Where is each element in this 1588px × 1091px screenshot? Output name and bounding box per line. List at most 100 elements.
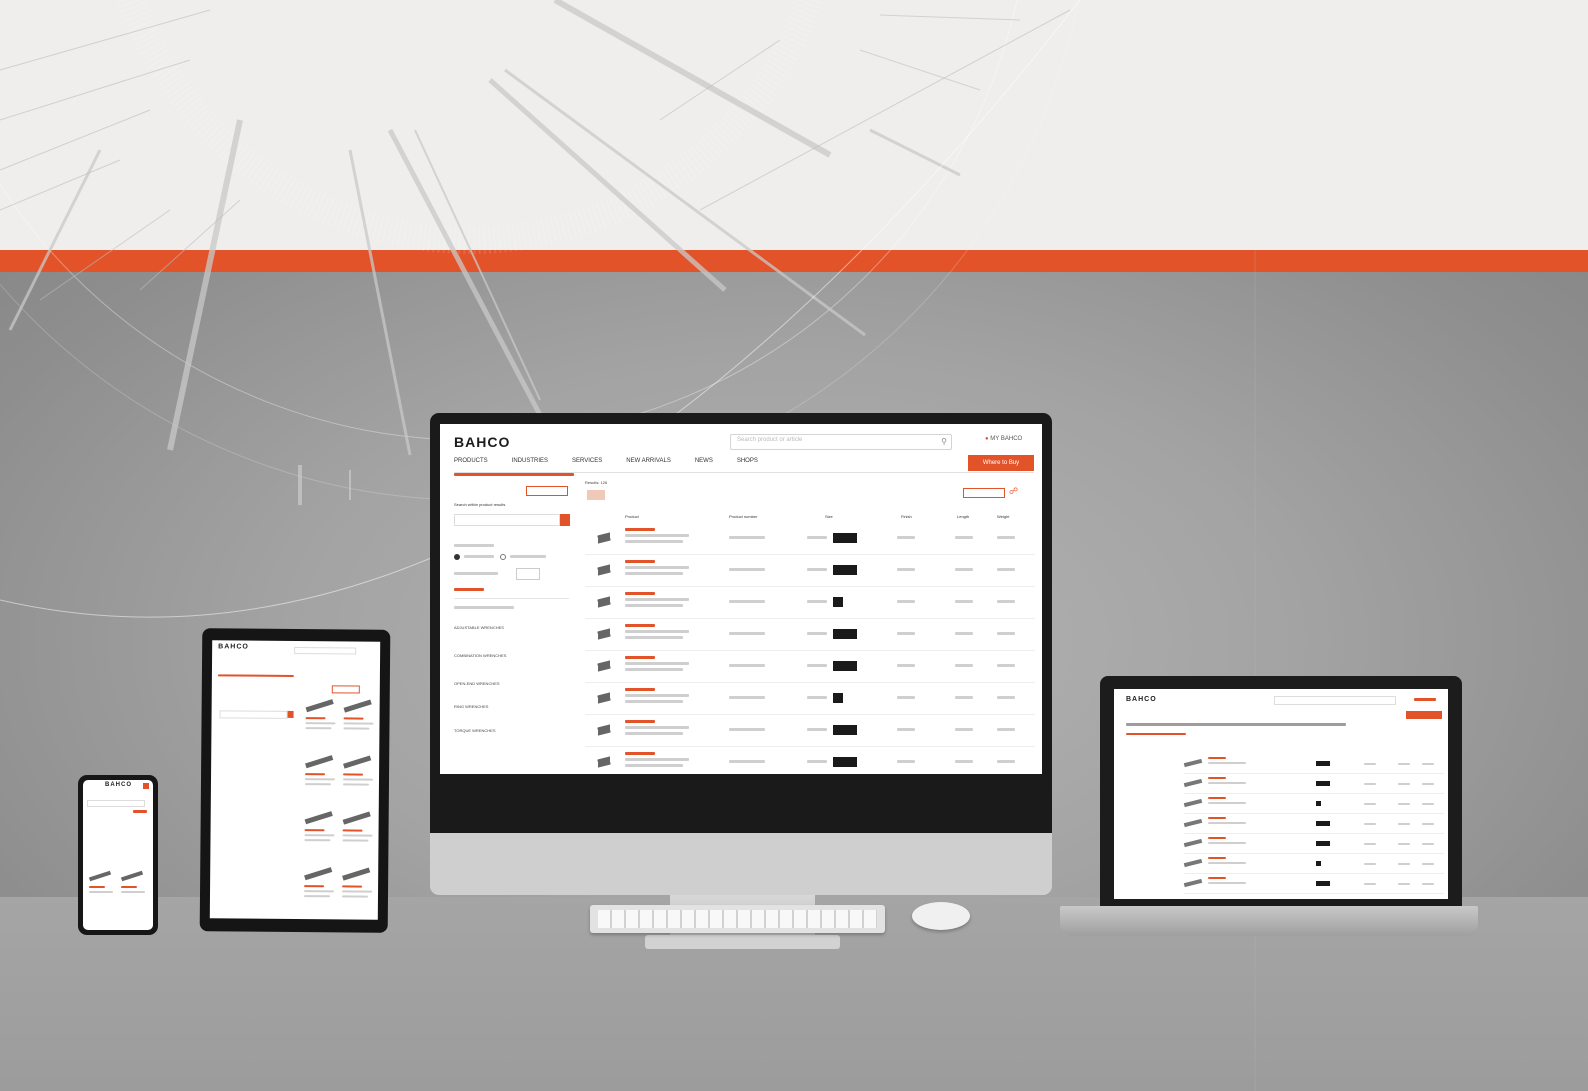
filter-search-input[interactable]	[219, 710, 288, 719]
product-name-link[interactable]	[1208, 857, 1226, 859]
nav-products[interactable]: PRODUCTS	[454, 458, 488, 468]
table-row[interactable]	[585, 652, 1035, 683]
table-row[interactable]	[585, 716, 1035, 747]
section-combination-wrenches[interactable]: COMBINATION WRENCHES	[454, 653, 506, 658]
table-row[interactable]	[585, 684, 1035, 715]
product-name-link[interactable]	[343, 717, 364, 720]
search-input[interactable]	[1274, 696, 1396, 705]
size-icon	[1316, 821, 1330, 826]
nav-news[interactable]: NEWS	[695, 458, 713, 468]
column-product-number[interactable]: Product number	[729, 514, 757, 519]
filter-value-input[interactable]	[516, 568, 540, 580]
nav-industries[interactable]: INDUSTRIES	[512, 458, 548, 468]
filter-search-input[interactable]	[454, 514, 560, 526]
product-name-link[interactable]	[625, 528, 655, 531]
radio-option[interactable]	[500, 554, 506, 560]
column-finish[interactable]: Finish	[901, 514, 912, 519]
table-row[interactable]	[585, 620, 1035, 651]
weight-value	[1422, 803, 1434, 805]
table-row[interactable]	[1183, 795, 1444, 814]
filter-toggle-button[interactable]	[331, 685, 360, 694]
account-link[interactable]: ● MY BAHCO	[985, 436, 1022, 442]
table-row[interactable]	[585, 556, 1035, 587]
bahco-logo[interactable]: BAHCO	[105, 782, 132, 788]
product-name-link[interactable]	[304, 885, 325, 888]
product-name-link[interactable]	[625, 752, 655, 755]
length-value	[955, 632, 973, 635]
product-name-link[interactable]	[625, 560, 655, 563]
length-value	[955, 696, 973, 699]
product-thumbnail	[120, 870, 144, 882]
where-to-buy-button[interactable]: Where to Buy	[968, 455, 1034, 471]
table-row[interactable]	[1183, 835, 1444, 854]
product-name-link[interactable]	[1208, 837, 1226, 839]
product-description	[343, 778, 374, 781]
column-weight[interactable]: Weight	[997, 514, 1009, 519]
section-ring-wrenches[interactable]: RING WRENCHES	[454, 704, 488, 709]
finish-value	[1364, 803, 1376, 805]
product-thumbnail	[304, 811, 333, 825]
product-name-link[interactable]	[343, 773, 364, 776]
product-name-link[interactable]	[1208, 817, 1226, 819]
product-name-link[interactable]	[1208, 797, 1226, 799]
product-name-link[interactable]	[1208, 757, 1226, 759]
table-row[interactable]	[1183, 755, 1444, 774]
table-row[interactable]	[585, 748, 1035, 774]
section-adjustable-wrenches[interactable]: ADJUSTABLE WRENCHES	[454, 625, 504, 630]
product-thumbnail	[305, 755, 334, 769]
product-name-link[interactable]	[305, 773, 326, 776]
product-thumbnail	[588, 626, 620, 642]
product-name-link[interactable]	[305, 717, 326, 720]
nav-shops[interactable]: SHOPS	[737, 458, 758, 468]
table-row[interactable]	[1183, 775, 1444, 794]
bahco-logo[interactable]: BAHCO	[454, 434, 510, 450]
radio-option[interactable]	[454, 554, 460, 560]
column-product[interactable]: Product	[625, 514, 639, 519]
view-toggle[interactable]	[587, 490, 605, 500]
nav-new-arrivals[interactable]: NEW ARRIVALS	[626, 458, 671, 468]
filter-toggle-button[interactable]	[526, 486, 568, 496]
sort-select[interactable]	[963, 488, 1005, 498]
table-row[interactable]	[1183, 855, 1444, 874]
product-name-link[interactable]	[1208, 777, 1226, 779]
product-name-link[interactable]	[304, 829, 325, 832]
filter-search-button[interactable]	[560, 514, 570, 526]
where-to-buy-button[interactable]	[1406, 711, 1442, 719]
size-value	[807, 664, 827, 667]
filter-link[interactable]	[133, 810, 147, 813]
product-name-link[interactable]	[625, 656, 655, 659]
nav-services[interactable]: SERVICES	[572, 458, 602, 468]
product-name-link[interactable]	[625, 688, 655, 691]
table-row[interactable]	[1183, 875, 1444, 894]
search-input[interactable]: Search product or article ⚲	[730, 434, 952, 450]
section-torque-wrenches[interactable]: TORQUE WRENCHES	[454, 728, 495, 733]
account-link[interactable]	[1414, 698, 1436, 701]
product-name-link[interactable]	[89, 886, 105, 888]
search-input[interactable]	[294, 646, 357, 655]
active-nav-indicator	[454, 473, 574, 476]
table-row[interactable]	[585, 588, 1035, 619]
table-row[interactable]	[1183, 815, 1444, 834]
bahco-logo[interactable]: BAHCO	[218, 643, 249, 650]
filter-search-button[interactable]	[287, 710, 294, 718]
cart-icon[interactable]	[143, 783, 149, 789]
product-name-link[interactable]	[625, 624, 655, 627]
product-number	[729, 696, 765, 699]
table-row[interactable]	[585, 524, 1035, 555]
product-name-link[interactable]	[342, 829, 363, 832]
reset-link[interactable]	[454, 588, 484, 591]
search-icon[interactable]: ⚲	[941, 437, 947, 446]
product-name-link[interactable]	[625, 592, 655, 595]
product-name-link[interactable]	[342, 885, 363, 888]
cart-icon[interactable]: ☍	[1009, 486, 1021, 496]
bahco-logo[interactable]: BAHCO	[1126, 696, 1157, 703]
product-name-link[interactable]	[1208, 877, 1226, 879]
column-size[interactable]: Size	[825, 514, 833, 519]
weight-value	[997, 600, 1015, 603]
product-description	[625, 694, 689, 697]
product-name-link[interactable]	[625, 720, 655, 723]
section-open-end-wrenches[interactable]: OPEN-END WRENCHES	[454, 681, 500, 686]
product-name-link[interactable]	[121, 886, 137, 888]
search-input[interactable]	[87, 800, 145, 807]
column-length[interactable]: Length	[957, 514, 969, 519]
